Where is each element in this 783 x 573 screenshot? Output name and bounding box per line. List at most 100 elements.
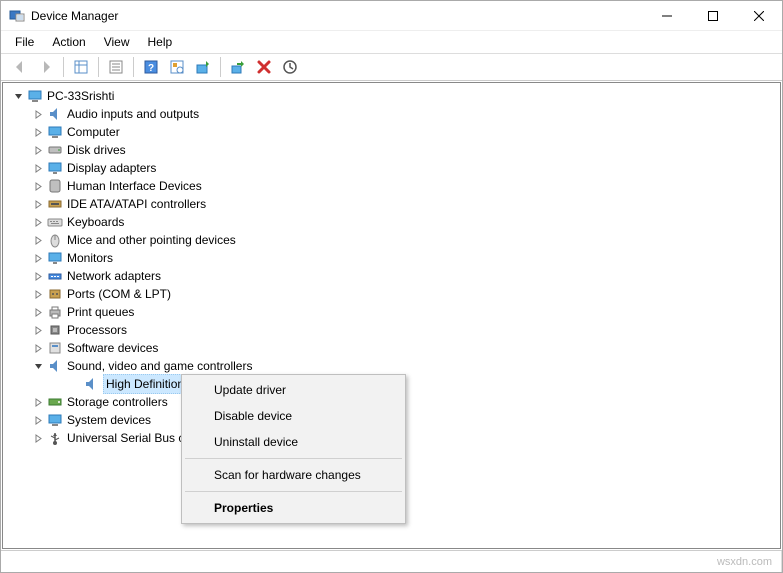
menu-help[interactable]: Help <box>140 33 181 51</box>
tree-item-label: Software devices <box>67 339 158 357</box>
menubar: File Action View Help <box>1 31 782 53</box>
context-menu: Update driver Disable device Uninstall d… <box>181 374 406 524</box>
tree-item-label: Storage controllers <box>67 393 168 411</box>
update-driver-button[interactable] <box>190 55 216 79</box>
tree-item-label: Human Interface Devices <box>67 177 202 195</box>
tree-item-label: Disk drives <box>67 141 126 159</box>
tree-item[interactable]: Disk drives <box>7 141 780 159</box>
toolbar-separator <box>98 57 99 77</box>
disable-button[interactable] <box>225 55 251 79</box>
audio-icon <box>47 358 63 374</box>
tree-item[interactable]: Computer <box>7 123 780 141</box>
ctx-scan-hardware[interactable]: Scan for hardware changes <box>184 462 403 488</box>
chevron-right-icon[interactable] <box>31 413 45 427</box>
storage-icon <box>47 394 63 410</box>
tree-item-label: Ports (COM & LPT) <box>67 285 171 303</box>
tree-item-label: Universal Serial Bus c <box>67 429 184 447</box>
computer-icon <box>27 88 43 104</box>
chevron-right-icon[interactable] <box>31 431 45 445</box>
enable-button[interactable] <box>277 55 303 79</box>
keyboard-icon <box>47 214 63 230</box>
hid-icon <box>47 178 63 194</box>
chevron-down-icon[interactable] <box>31 359 45 373</box>
svg-text:?: ? <box>148 63 154 74</box>
tree-item[interactable]: Monitors <box>7 249 780 267</box>
tree-item[interactable]: Human Interface Devices <box>7 177 780 195</box>
close-button[interactable] <box>736 1 782 31</box>
tree-item[interactable]: Ports (COM & LPT) <box>7 285 780 303</box>
chevron-right-icon[interactable] <box>31 305 45 319</box>
usb-icon <box>47 430 63 446</box>
tree-item[interactable]: Display adapters <box>7 159 780 177</box>
statusbar <box>1 550 782 572</box>
tree-item-label: Display adapters <box>67 159 156 177</box>
tree-item-label: Audio inputs and outputs <box>67 105 199 123</box>
software-icon <box>47 340 63 356</box>
ctx-update-driver[interactable]: Update driver <box>184 377 403 403</box>
forward-button[interactable] <box>33 55 59 79</box>
toolbar-separator <box>220 57 221 77</box>
network-icon <box>47 268 63 284</box>
tree-item[interactable]: Sound, video and game controllers <box>7 357 780 375</box>
tree-item[interactable]: IDE ATA/ATAPI controllers <box>7 195 780 213</box>
tree-item-label: Mice and other pointing devices <box>67 231 236 249</box>
ctx-uninstall-device[interactable]: Uninstall device <box>184 429 403 455</box>
chevron-right-icon[interactable] <box>31 125 45 139</box>
tree-item[interactable]: Keyboards <box>7 213 780 231</box>
ctx-disable-device[interactable]: Disable device <box>184 403 403 429</box>
toolbar: ? <box>1 53 782 81</box>
tree-item-label: Computer <box>67 123 120 141</box>
tree-item[interactable]: Mice and other pointing devices <box>7 231 780 249</box>
chevron-right-icon[interactable] <box>31 161 45 175</box>
tree-item-label: Network adapters <box>67 267 161 285</box>
menu-view[interactable]: View <box>96 33 138 51</box>
chevron-right-icon[interactable] <box>31 251 45 265</box>
chevron-none <box>67 377 81 391</box>
printer-icon <box>47 304 63 320</box>
tree-item[interactable]: Print queues <box>7 303 780 321</box>
chevron-right-icon[interactable] <box>31 215 45 229</box>
port-icon <box>47 286 63 302</box>
chevron-right-icon[interactable] <box>31 197 45 211</box>
tree-item[interactable]: Software devices <box>7 339 780 357</box>
tree-item-label: Monitors <box>67 249 113 267</box>
toolbar-separator <box>63 57 64 77</box>
audio-icon <box>47 106 63 122</box>
tree-item[interactable]: Audio inputs and outputs <box>7 105 780 123</box>
chevron-right-icon[interactable] <box>31 143 45 157</box>
status-pane <box>1 551 782 572</box>
menu-action[interactable]: Action <box>44 33 93 51</box>
ctx-properties[interactable]: Properties <box>184 495 403 521</box>
chevron-down-icon[interactable] <box>11 89 25 103</box>
back-button[interactable] <box>7 55 33 79</box>
tree-item-label: Sound, video and game controllers <box>67 357 252 375</box>
tree-item-label: IDE ATA/ATAPI controllers <box>67 195 206 213</box>
system-icon <box>47 412 63 428</box>
window-title: Device Manager <box>31 9 644 23</box>
chevron-right-icon[interactable] <box>31 179 45 193</box>
uninstall-button[interactable] <box>251 55 277 79</box>
device-manager-window: Device Manager File Action View Help ? <box>0 0 783 573</box>
chevron-right-icon[interactable] <box>31 269 45 283</box>
window-buttons <box>644 1 782 31</box>
show-hide-tree-button[interactable] <box>68 55 94 79</box>
properties-button[interactable] <box>103 55 129 79</box>
cpu-icon <box>47 322 63 338</box>
tree-item[interactable]: Processors <box>7 321 780 339</box>
scan-hardware-button[interactable] <box>164 55 190 79</box>
tree-item[interactable]: Network adapters <box>7 267 780 285</box>
maximize-button[interactable] <box>690 1 736 31</box>
menu-file[interactable]: File <box>7 33 42 51</box>
help-button[interactable]: ? <box>138 55 164 79</box>
chevron-right-icon[interactable] <box>31 323 45 337</box>
chevron-right-icon[interactable] <box>31 233 45 247</box>
minimize-button[interactable] <box>644 1 690 31</box>
chevron-right-icon[interactable] <box>31 395 45 409</box>
tree-item-label: Print queues <box>67 303 134 321</box>
tree-item-label: Keyboards <box>67 213 124 231</box>
tree-root[interactable]: PC-33Srishti <box>7 87 780 105</box>
chevron-right-icon[interactable] <box>31 107 45 121</box>
chevron-right-icon[interactable] <box>31 287 45 301</box>
chevron-right-icon[interactable] <box>31 341 45 355</box>
ctx-separator <box>185 491 402 492</box>
